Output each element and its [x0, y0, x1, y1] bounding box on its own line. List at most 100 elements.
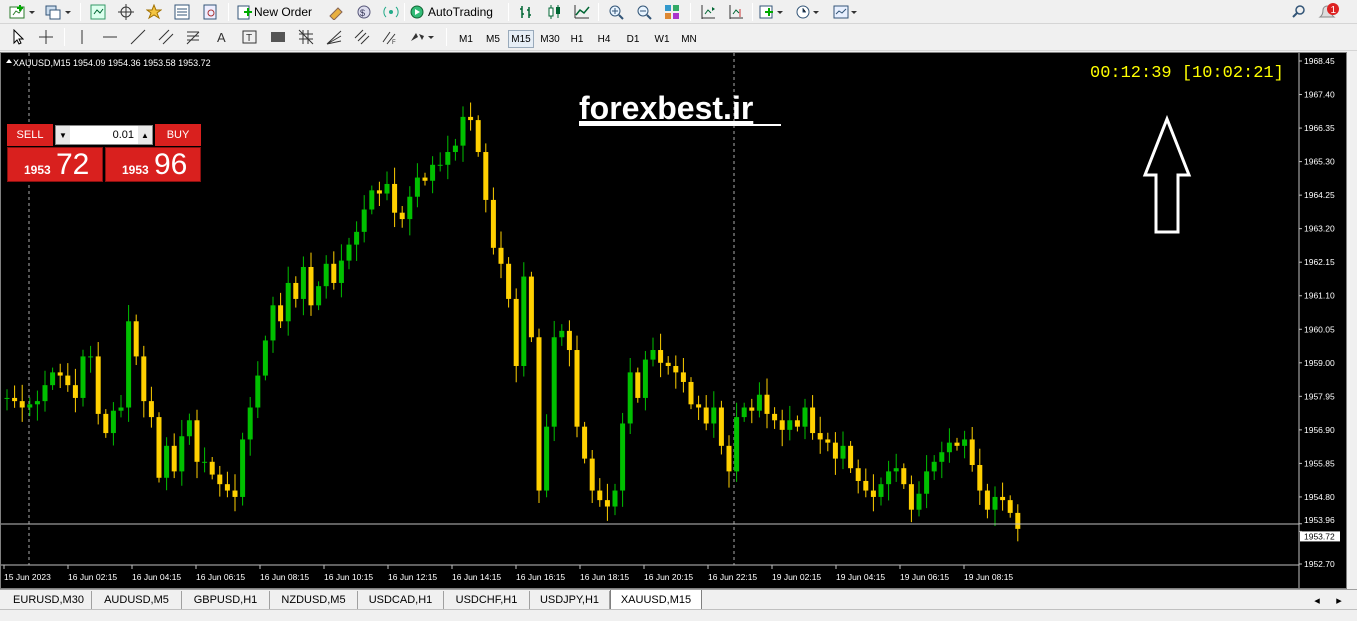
candle-body [513, 298, 519, 366]
lot-increase-icon[interactable]: ▲ [138, 126, 152, 144]
candle-body [756, 394, 762, 411]
price-tick-label: 1954.80 [1304, 492, 1335, 502]
buy-price-box[interactable]: 1953 96 [105, 147, 201, 182]
chart-shift-icon[interactable] [698, 3, 718, 21]
notification-badge: 1 [1331, 5, 1337, 16]
line-chart-icon[interactable] [572, 3, 592, 21]
timeframe-h1[interactable]: H1 [566, 30, 588, 48]
auto-scroll-icon[interactable] [726, 3, 746, 21]
candle-body [764, 394, 770, 414]
time-tick-label: 16 Jun 02:15 [68, 572, 117, 582]
auto-trading-button[interactable]: AutoTrading [408, 3, 502, 21]
new-chart-button[interactable] [8, 3, 38, 21]
bar-chart-icon[interactable] [516, 3, 536, 21]
candle-body [392, 183, 398, 213]
candle-body [635, 372, 641, 398]
tab-xauusd-m15[interactable]: XAUUSD,M15 [610, 590, 702, 610]
price-tick-label: 1957.95 [1304, 391, 1335, 401]
new-order-button[interactable]: New Order [236, 3, 318, 21]
time-tick-label: 16 Jun 06:15 [196, 572, 245, 582]
timeframe-m1[interactable]: M1 [454, 30, 478, 48]
crosshair-icon[interactable] [36, 28, 56, 46]
periods-button[interactable] [794, 3, 824, 21]
timeframe-m30[interactable]: M30 [537, 30, 563, 48]
lot-size-field[interactable]: ▼ 0.01 ▲ [55, 125, 153, 145]
rectangle-icon[interactable] [268, 28, 288, 46]
sell-price-box[interactable]: 1953 72 [7, 147, 103, 182]
tab-usdjpy-h1[interactable]: USDJPY,H1 [530, 591, 610, 609]
timeframe-w1[interactable]: W1 [650, 30, 674, 48]
candle-body [582, 426, 588, 459]
candle-body [848, 445, 854, 469]
candle-body [962, 439, 968, 446]
collapse-arrow-icon[interactable] [6, 59, 12, 63]
tester-icon[interactable] [200, 3, 220, 21]
candle-body [354, 231, 360, 245]
signals-icon[interactable] [381, 3, 401, 21]
vertical-line-icon[interactable] [72, 28, 92, 46]
price-tick-label: 1952.70 [1304, 559, 1335, 569]
candle-body [338, 260, 344, 283]
lot-decrease-icon[interactable]: ▼ [56, 126, 70, 144]
candle-body [270, 305, 276, 341]
tab-usdcad-h1[interactable]: USDCAD,H1 [358, 591, 444, 609]
candle-body [901, 468, 907, 485]
candlestick-chart-icon[interactable] [544, 3, 564, 21]
timeframe-m15[interactable]: M15 [508, 30, 534, 48]
data-window-icon[interactable] [172, 3, 192, 21]
tab-audusd-m5[interactable]: AUDUSD,M5 [92, 591, 182, 609]
price-tick-label: 1955.85 [1304, 458, 1335, 468]
search-icon[interactable] [1290, 3, 1308, 21]
tile-windows-icon[interactable] [662, 3, 682, 21]
price-chart[interactable]: 1968.45 1967.40 1966.35 1965.30 1964.25 1963.… [1, 53, 1346, 588]
timeframe-mn[interactable]: MN [677, 30, 701, 48]
zoom-out-icon[interactable] [634, 3, 654, 21]
text-icon[interactable]: A [212, 28, 232, 46]
notifications-icon[interactable]: 1 [1316, 3, 1342, 21]
buy-button[interactable]: BUY [155, 124, 201, 146]
crosshair-navigator-icon[interactable] [116, 3, 136, 21]
chart-window[interactable]: 1968.45 1967.40 1966.35 1965.30 1964.25 1963.… [0, 52, 1347, 589]
price-tick-label: 1961.10 [1304, 291, 1335, 301]
text-label-icon[interactable]: T [240, 28, 260, 46]
horizontal-line-icon[interactable] [100, 28, 120, 46]
candle-body [50, 372, 56, 386]
candle-body [1007, 500, 1013, 513]
zoom-in-icon[interactable] [606, 3, 626, 21]
equidistant-channel-icon[interactable] [156, 28, 176, 46]
trendline-icon[interactable] [128, 28, 148, 46]
templates-button[interactable] [832, 3, 862, 21]
tab-nzdusd-m5[interactable]: NZDUSD,M5 [270, 591, 358, 609]
tab-eurusd-m30[interactable]: EURUSD,M30 [6, 591, 92, 609]
candle-body [95, 356, 101, 414]
timeframe-h4[interactable]: H4 [593, 30, 615, 48]
candle-body [171, 445, 177, 472]
fibo-channel-icon[interactable] [352, 28, 372, 46]
favorites-icon[interactable] [144, 3, 164, 21]
price-tick-label: 1956.90 [1304, 425, 1335, 435]
market-icon[interactable]: $ [354, 3, 374, 21]
tab-gbpusd-h1[interactable]: GBPUSD,H1 [182, 591, 270, 609]
sell-button[interactable]: SELL [7, 124, 53, 146]
timeframe-d1[interactable]: D1 [622, 30, 644, 48]
market-watch-icon[interactable] [88, 3, 108, 21]
vertical-scrollbar[interactable] [1347, 52, 1357, 589]
timeframe-m5[interactable]: M5 [481, 30, 505, 48]
fibo-expansion-icon[interactable]: F [380, 28, 400, 46]
metaeditor-icon[interactable] [326, 3, 346, 21]
gann-grid-icon[interactable] [296, 28, 316, 46]
profiles-button[interactable] [44, 3, 74, 21]
indicators-button[interactable] [758, 3, 788, 21]
tabs-scroll-left-icon[interactable]: ◂ [1308, 591, 1326, 609]
fibo-fan-icon[interactable] [324, 28, 344, 46]
fibonacci-icon[interactable] [184, 28, 204, 46]
tab-usdchf-h1[interactable]: USDCHF,H1 [444, 591, 530, 609]
cursor-icon[interactable] [8, 28, 28, 46]
time-tick-label: 16 Jun 18:15 [580, 572, 629, 582]
tabs-scroll-right-icon[interactable]: ▸ [1330, 591, 1348, 609]
candle-body [772, 413, 778, 421]
svg-text:$: $ [360, 8, 365, 18]
arrows-button[interactable] [408, 28, 438, 46]
lot-value[interactable]: 0.01 [70, 129, 138, 141]
svg-text:T: T [246, 33, 252, 44]
